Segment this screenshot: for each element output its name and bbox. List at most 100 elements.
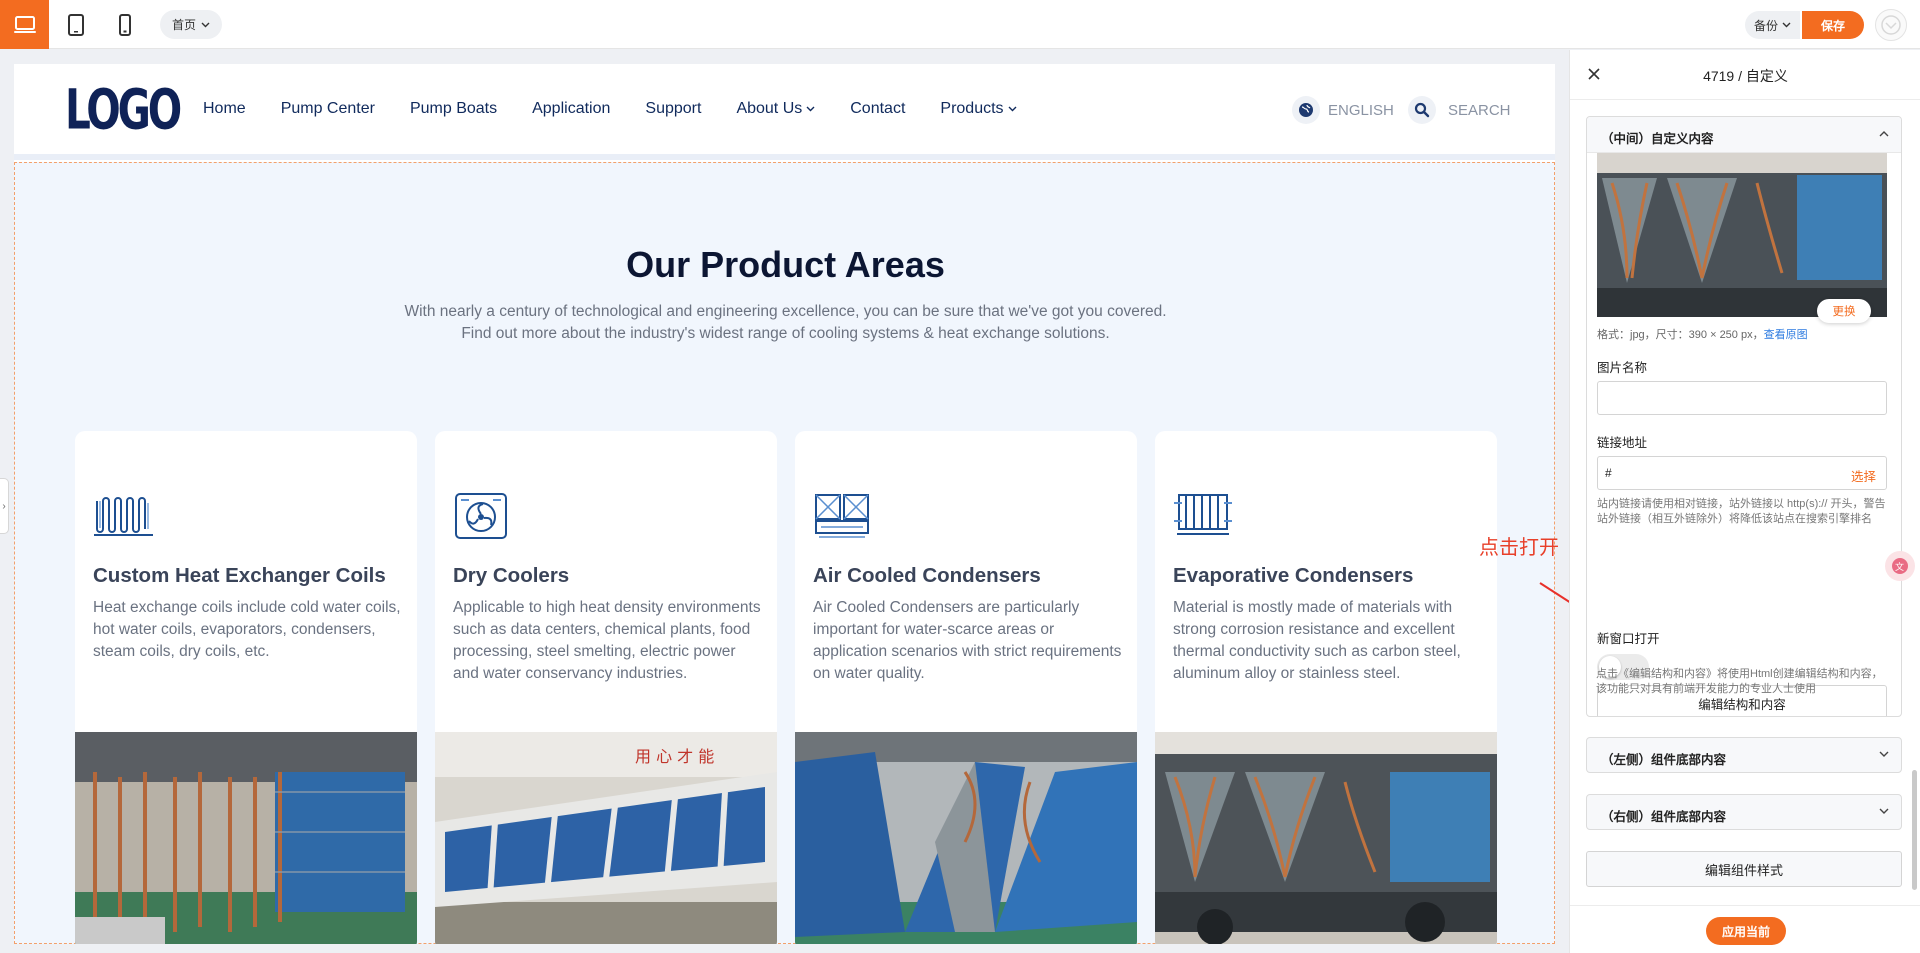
nav-products[interactable]: Products [940, 100, 1017, 118]
card-description: Air Cooled Condensers are particularly i… [813, 599, 1122, 682]
chevron-down-icon [806, 106, 815, 112]
backup-label: 备份 [1753, 18, 1778, 33]
nav-application[interactable]: Application [532, 100, 610, 118]
card-title: Evaporative Condensers [1173, 564, 1414, 587]
left-bottom-content-group[interactable]: （左侧）组件底部内容 [1586, 737, 1902, 773]
nav-products-label: Products [940, 100, 1004, 117]
nav-about-us[interactable]: About Us [736, 100, 815, 118]
section-title: Our Product Areas [626, 244, 945, 285]
nav-contact-label: Contact [850, 100, 906, 117]
nav-contact[interactable]: Contact [850, 100, 905, 118]
evaporative-condenser-icon [1173, 491, 1233, 544]
desktop-view-button[interactable] [0, 0, 49, 49]
evaporative-condensers-photo [1155, 732, 1497, 944]
dry-coolers-photo: 用 心 才 能 [435, 732, 777, 944]
card-title: Dry Coolers [453, 564, 570, 587]
left-drawer-toggle[interactable]: › [0, 478, 9, 534]
backup-dropdown[interactable]: 备份 [1745, 11, 1800, 39]
product-card[interactable]: Custom Heat Exchanger Coils Heat exchang… [75, 431, 417, 944]
nav-support[interactable]: Support [645, 100, 701, 118]
tablet-icon [67, 13, 84, 36]
link-hint: 站内链接请使用相对链接，站外链接以 http(s):// 开头，警告站外链接（相… [1597, 498, 1886, 525]
page-select-label: 首页 [172, 18, 197, 32]
svg-text:用 心 才 能: 用 心 才 能 [635, 747, 714, 766]
mobile-view-button[interactable] [100, 0, 149, 49]
translate-tool-icon[interactable]: 文 [1885, 551, 1915, 581]
image-format-info: 格式：jpg，尺寸：390 × 250 px，查看原图 [1597, 326, 1808, 342]
air-cooled-condensers-photo [795, 732, 1137, 944]
nav-home-label: Home [203, 100, 246, 117]
edit-structure-hint: 点击《编辑结构和内容》将使用Html创建编辑结构和内容，该功能只对具有前端开发能… [1596, 668, 1883, 695]
new-window-label: 新窗口打开 [1597, 632, 1660, 646]
link-value: # [1605, 466, 1612, 480]
product-card[interactable]: Air Cooled Condensers Air Cooled Condens… [795, 431, 1137, 944]
card-description: Heat exchange coils include cold water c… [93, 599, 401, 660]
coil-icon [93, 491, 155, 546]
chevron-down-icon [1782, 22, 1791, 28]
card-description: Material is mostly made of materials wit… [1173, 599, 1461, 682]
air-condenser-icon [813, 491, 871, 548]
site-header: LOGO Home Pump Center Pump Boats Applica… [14, 64, 1555, 154]
language-label: ENGLISH [1328, 101, 1394, 119]
dry-cooler-icon [453, 491, 509, 546]
left-bottom-title: （左侧）组件底部内容 [1601, 753, 1727, 767]
view-original-link[interactable]: 查看原图 [1764, 329, 1808, 341]
svg-text:文: 文 [1895, 561, 1904, 573]
nav-pump-boats-label: Pump Boats [409, 100, 498, 117]
search-label: SEARCH [1448, 101, 1511, 119]
language-switch[interactable]: ENGLISH [1292, 96, 1394, 124]
image-name-input[interactable] [1597, 381, 1887, 415]
replace-image-button[interactable]: 更换 [1817, 299, 1871, 323]
chevron-down-icon [1879, 808, 1889, 814]
product-card[interactable]: Dry Coolers Applicable to high heat dens… [435, 431, 777, 944]
nav-application-label: Application [532, 100, 611, 117]
link-input[interactable]: # 选择 [1597, 456, 1887, 490]
nav-about-us-label: About Us [736, 100, 803, 117]
avatar-icon [1881, 15, 1901, 35]
image-format-text: 格式：jpg，尺寸：390 × 250 px， [1597, 329, 1764, 341]
tablet-view-button[interactable] [51, 0, 100, 49]
nav-home[interactable]: Home [203, 100, 246, 118]
panel-scrollbar[interactable] [1912, 770, 1917, 890]
link-label: 链接地址 [1597, 436, 1648, 450]
chevron-down-icon [1008, 106, 1017, 112]
edit-component-style-button[interactable]: 编辑组件样式 [1586, 851, 1902, 887]
card-title: Air Cooled Condensers [813, 564, 1041, 587]
annotation-label: 点击打开 [1479, 537, 1559, 559]
image-thumbnail [1597, 153, 1887, 317]
chevron-down-icon [201, 22, 210, 27]
page-canvas: LOGO Home Pump Center Pump Boats Applica… [14, 64, 1555, 944]
card-title: Custom Heat Exchanger Coils [93, 564, 386, 587]
chevron-up-icon [1879, 131, 1889, 137]
search-icon [1408, 96, 1436, 124]
apply-current-button[interactable]: 应用当前 [1706, 917, 1786, 945]
link-select-button[interactable]: 选择 [1851, 466, 1876, 485]
section-subtitle: With nearly a century of technological a… [15, 301, 1555, 345]
header-divider [14, 154, 1555, 160]
panel-header: 4719 / 自定义 [1570, 50, 1920, 100]
nav-support-label: Support [645, 100, 702, 117]
chevron-down-icon [1879, 751, 1889, 757]
group-title: （中间）自定义内容 [1601, 132, 1714, 146]
user-avatar[interactable] [1875, 9, 1907, 41]
product-areas-section[interactable]: Our Product Areas With nearly a century … [14, 162, 1555, 944]
image-name-label: 图片名称 [1597, 361, 1648, 375]
globe-icon [1292, 96, 1320, 124]
product-card[interactable]: Evaporative Condensers Material is mostl… [1155, 431, 1497, 944]
right-bottom-content-group[interactable]: （右侧）组件底部内容 [1586, 794, 1902, 830]
group-header[interactable]: （中间）自定义内容 [1587, 117, 1901, 153]
card-description: Applicable to high heat density environm… [453, 599, 761, 682]
page-select-dropdown[interactable]: 首页 [160, 10, 223, 39]
section-subtitle-line-1: With nearly a century of technological a… [404, 303, 1167, 320]
section-subtitle-line-2: Find out more about the industry's wides… [461, 325, 1110, 342]
site-search[interactable]: SEARCH [1408, 96, 1511, 124]
chevron-right-icon: › [2, 500, 6, 512]
save-button[interactable]: 保存 [1802, 11, 1864, 39]
main-nav: Home Pump Center Pump Boats Application … [203, 64, 1052, 154]
nav-pump-center[interactable]: Pump Center [281, 100, 375, 118]
nav-pump-boats[interactable]: Pump Boats [410, 100, 497, 118]
site-logo[interactable]: LOGO [65, 83, 182, 138]
mobile-icon [118, 13, 131, 36]
heat-exchanger-coils-photo [75, 732, 417, 944]
panel-title: 4719 / 自定义 [1703, 68, 1788, 84]
